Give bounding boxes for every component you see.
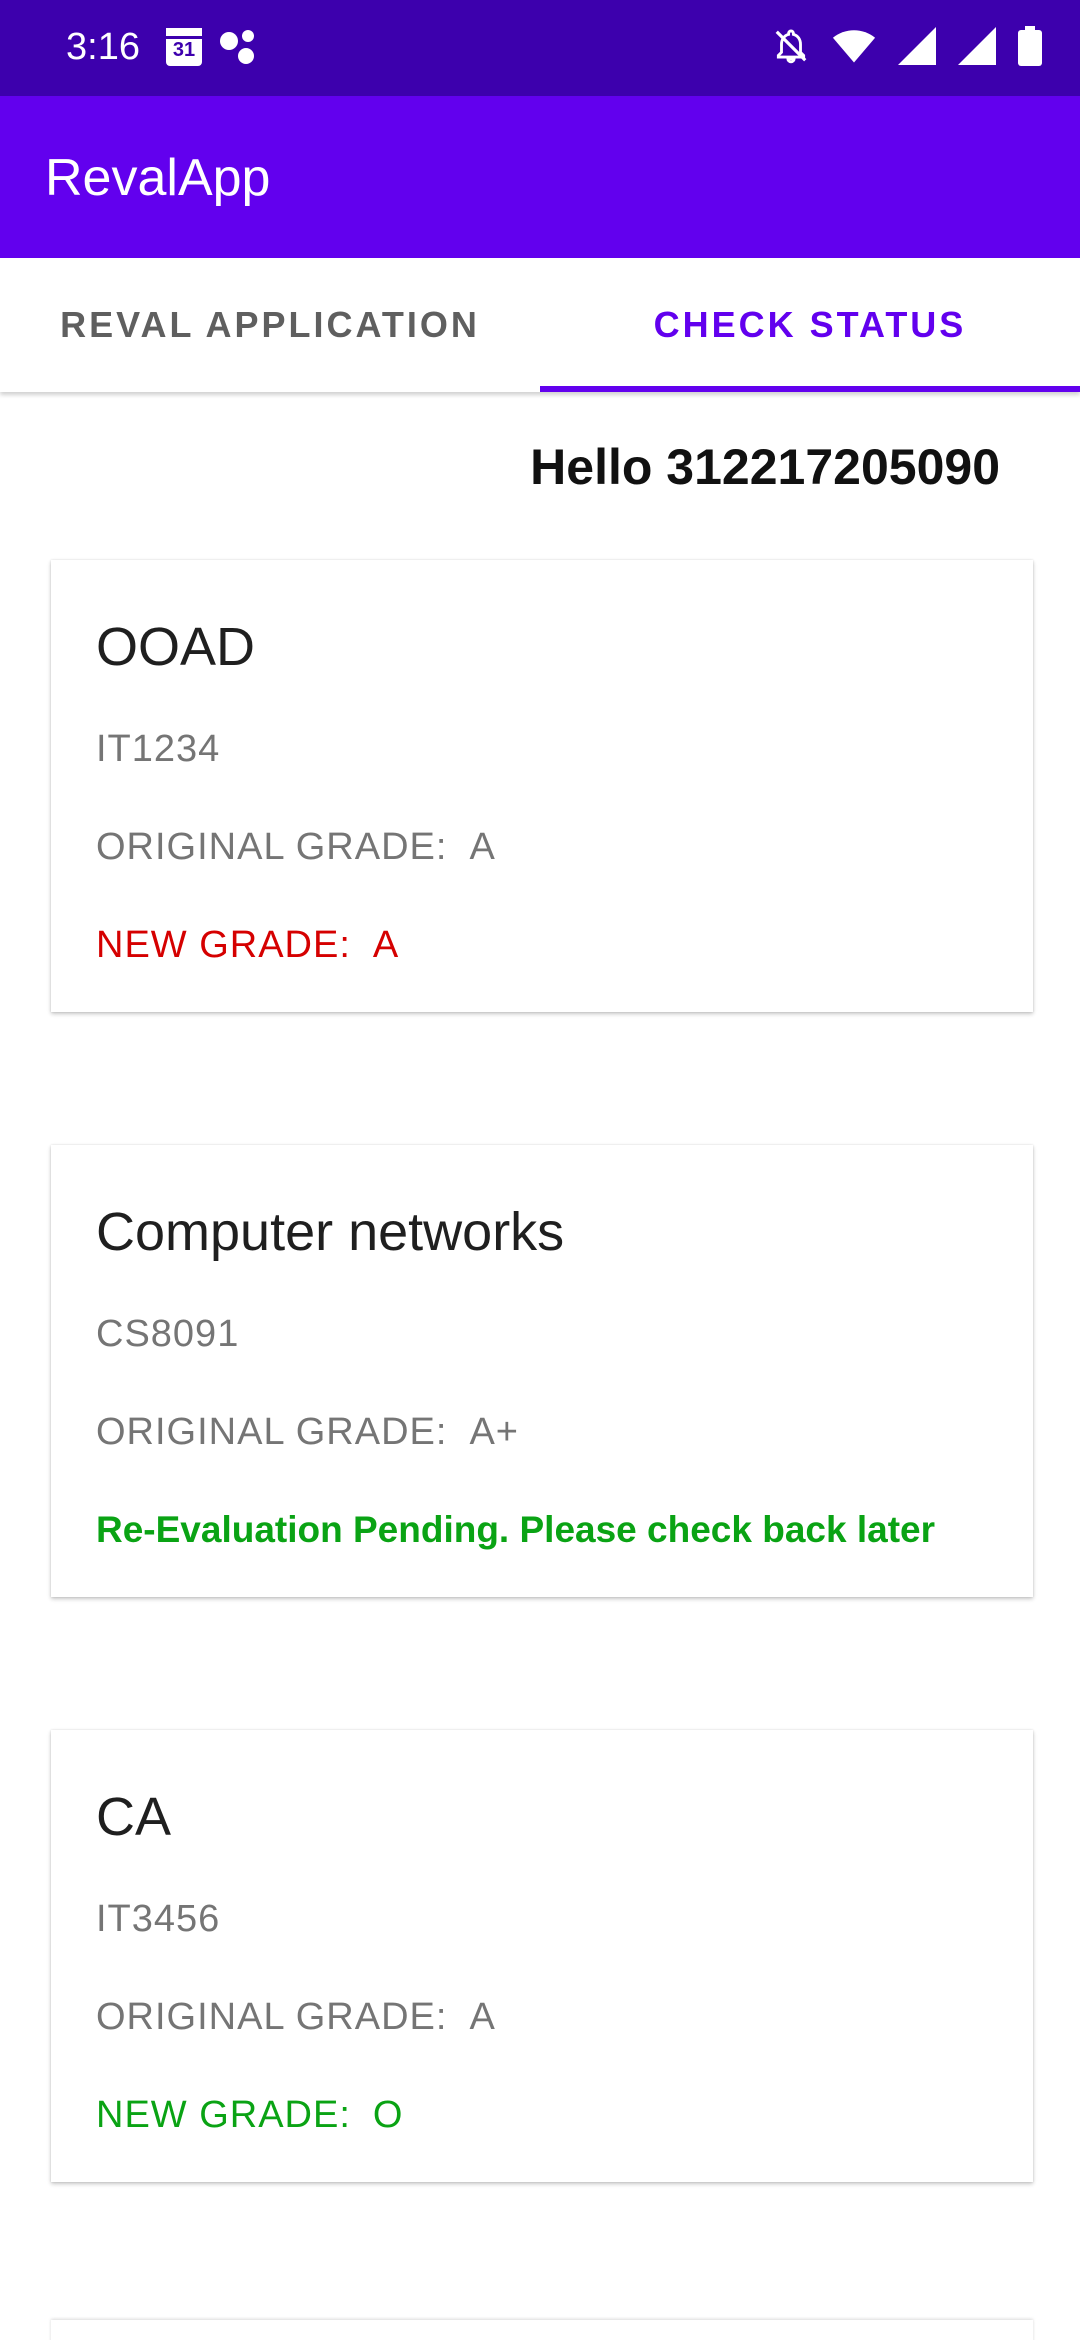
original-grade-value: A [469,1996,496,2038]
course-card-partial [51,2320,1033,2340]
course-name: OOAD [96,617,256,677]
course-code: IT1234 [96,728,221,770]
original-grade-row: ORIGINAL GRADE: A [96,1996,496,2039]
tab-bar: REVAL APPLICATION CHECK STATUS [0,258,1080,392]
reevaluation-pending-message: Re-Evaluation Pending. Please check back… [96,1509,936,1550]
course-name: CA [96,1787,172,1847]
original-grade-label: ORIGINAL GRADE: [96,1411,448,1453]
calendar-icon: 31 [166,28,202,66]
original-grade-label: ORIGINAL GRADE: [96,1996,448,2038]
course-card: CA IT3456 ORIGINAL GRADE: A NEW GRADE: O [51,1730,1033,2182]
new-grade-row: NEW GRADE: A [96,924,399,967]
original-grade-label: ORIGINAL GRADE: [96,826,448,868]
course-name: Computer networks [96,1202,565,1262]
tab-reval-application[interactable]: REVAL APPLICATION [0,258,540,392]
mute-icon [775,29,807,64]
new-grade-label: NEW GRADE: [96,2094,351,2136]
tab-indicator [540,386,1080,392]
calendar-day: 31 [172,39,196,61]
original-grade-value: A [469,826,496,868]
app-title: RevalApp [45,149,271,207]
tab-check-status[interactable]: CHECK STATUS [540,258,1080,392]
status-bar: 3:16 31 [0,0,1080,96]
course-card: OOAD IT1234 ORIGINAL GRADE: A NEW GRADE: A [51,560,1033,1012]
battery-icon [1018,26,1042,66]
assistant-icon [220,28,262,66]
original-grade-row: ORIGINAL GRADE: A [96,826,496,869]
course-code: CS8091 [96,1313,240,1355]
new-grade-row: NEW GRADE: O [96,2094,403,2137]
app-bar: RevalApp [0,96,1080,258]
new-grade-value: O [372,2094,404,2136]
wifi-icon [832,30,876,63]
signal-icon [898,27,936,65]
new-grade-label: NEW GRADE: [96,924,351,966]
original-grade-value: A+ [469,1411,519,1453]
course-card: Computer networks CS8091 ORIGINAL GRADE:… [51,1145,1033,1597]
greeting-text: Hello 312217205090 [530,439,1000,495]
new-grade-value: A [372,924,400,966]
status-time: 3:16 [66,26,140,68]
course-code: IT3456 [96,1898,221,1940]
signal-icon [958,27,996,65]
original-grade-row: ORIGINAL GRADE: A+ [96,1411,519,1454]
